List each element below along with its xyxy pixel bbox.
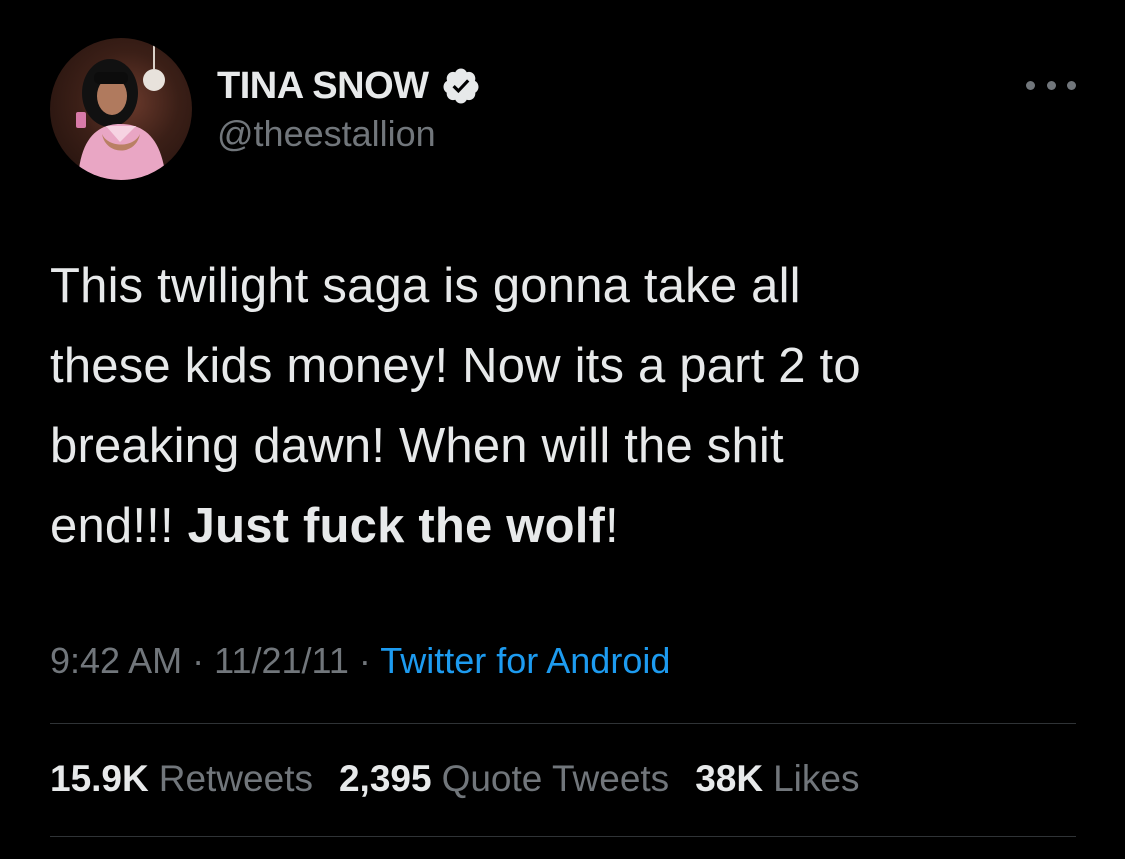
tweet-stats: 15.9K Retweets 2,395 Quote Tweets 38K Likes <box>50 758 859 800</box>
retweets-label: Retweets <box>158 758 313 799</box>
quote-tweets-stat[interactable]: 2,395 Quote Tweets <box>339 758 669 800</box>
tweet-trailing-text: ! <box>605 499 619 553</box>
tweet-time[interactable]: 9:42 AM <box>50 640 182 681</box>
tweet-text: This twilight saga is gonna take all the… <box>50 246 1080 566</box>
likes-count: 38K <box>695 758 764 799</box>
dot-icon <box>1067 80 1076 90</box>
user-handle[interactable]: @theestallion <box>217 113 436 155</box>
tweet-text-fragment: end!!! <box>50 499 188 553</box>
tweet-meta: 9:42 AM · 11/21/11 · Twitter for Android <box>50 640 670 682</box>
verified-badge-icon <box>443 68 479 104</box>
name-row: TINA SNOW <box>217 62 481 110</box>
more-options-button[interactable] <box>1026 70 1076 100</box>
dot-icon <box>1046 80 1056 90</box>
likes-label: Likes <box>773 758 860 799</box>
profile-photo-icon <box>76 38 166 180</box>
tweet-card: TINA SNOW @theestallion This twilight sa… <box>0 0 1125 859</box>
tweet-source-link[interactable]: Twitter for Android <box>380 640 670 681</box>
quote-tweets-label: Quote Tweets <box>441 758 670 799</box>
tweet-text-line: This twilight saga is gonna take all <box>50 259 801 313</box>
meta-separator: · <box>348 640 381 681</box>
retweets-count: 15.9K <box>50 758 149 799</box>
divider <box>50 723 1076 724</box>
display-name[interactable]: TINA SNOW <box>217 65 429 108</box>
retweets-stat[interactable]: 15.9K Retweets <box>50 758 313 800</box>
likes-stat[interactable]: 38K Likes <box>695 758 859 800</box>
divider <box>50 836 1076 837</box>
avatar[interactable] <box>50 38 192 180</box>
quote-tweets-count: 2,395 <box>338 758 432 799</box>
tweet-bold-text: Just fuck the wolf <box>187 499 606 553</box>
tweet-text-line: these kids money! Now its a part 2 to <box>50 339 861 393</box>
tweet-text-line: breaking dawn! When will the shit <box>50 419 784 473</box>
meta-separator: · <box>182 640 215 681</box>
tweet-date[interactable]: 11/21/11 <box>214 640 349 681</box>
tweet-text-line-last: end!!! Just fuck the wolf! <box>50 486 1080 566</box>
dot-icon <box>1026 80 1035 90</box>
